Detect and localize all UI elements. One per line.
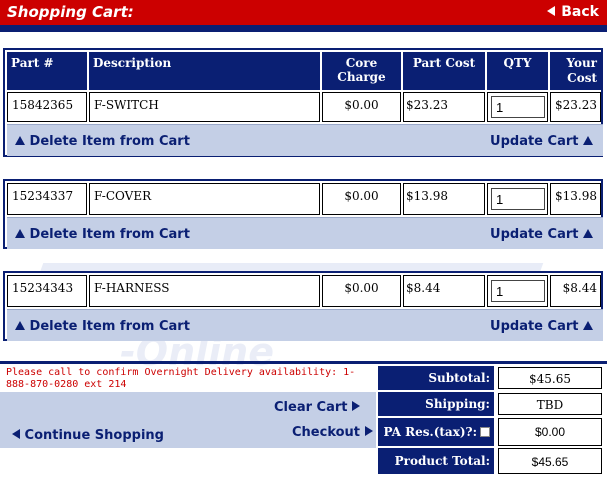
cart-actions-panel: Clear Cart Checkout Continue Shopping: [0, 392, 376, 448]
item-action-bar: Delete Item from Cart Update Cart: [7, 124, 603, 156]
shipping-label: Shipping:: [378, 392, 494, 416]
pa-resident-checkbox[interactable]: [480, 427, 490, 437]
item-action-bar: Delete Item from Cart Update Cart: [7, 309, 603, 341]
continue-shopping-label: Continue Shopping: [24, 428, 164, 443]
order-totals: Subtotal: $45.65 Shipping: TBD PA Res.(t…: [378, 365, 605, 478]
triangle-left-icon: [547, 6, 556, 16]
delete-item-button[interactable]: Delete Item from Cart: [15, 319, 190, 334]
clear-cart-label: Clear Cart: [274, 400, 348, 415]
qty-input[interactable]: [491, 280, 545, 302]
overnight-delivery-notice: Please call to confirm Overnight Deliver…: [6, 367, 356, 390]
triangle-up-icon: [583, 229, 593, 238]
col-core-charge: Core Charge: [322, 52, 401, 90]
col-description: Description: [89, 52, 320, 90]
triangle-up-icon: [583, 136, 593, 145]
cart-item-block-2: 15234337 F-COVER $0.00 $13.98 $13.98 Del…: [3, 179, 603, 249]
your-cost: $13.98: [550, 183, 601, 215]
delete-item-label: Delete Item from Cart: [29, 319, 190, 334]
part-cost: $23.23: [403, 92, 485, 122]
continue-shopping-button[interactable]: Continue Shopping: [12, 428, 164, 443]
back-label: Back: [561, 4, 599, 20]
update-cart-label: Update Cart: [490, 134, 579, 149]
update-cart-button[interactable]: Update Cart: [490, 134, 593, 149]
cart-item-block-1: Part # Description Core Charge Part Cost…: [3, 48, 603, 157]
checkout-button[interactable]: Checkout: [292, 425, 373, 440]
part-cost: $8.44: [403, 275, 485, 307]
header-divider: [0, 25, 607, 32]
product-total-label: Product Total:: [378, 448, 494, 474]
tax-label: PA Res.(tax)?:: [383, 425, 477, 439]
description: F-SWITCH: [89, 92, 320, 122]
triangle-left-icon: [12, 429, 20, 439]
shipping-value: TBD: [498, 393, 602, 415]
triangle-right-icon: [364, 426, 373, 436]
part-cost: $13.98: [403, 183, 485, 215]
product-total-value: $45.65: [498, 448, 602, 474]
tax-label-cell: PA Res.(tax)?:: [378, 418, 494, 446]
cart-item-block-3: 15234343 F-HARNESS $0.00 $8.44 $8.44 Del…: [3, 271, 603, 341]
update-cart-label: Update Cart: [490, 319, 579, 334]
subtotal-value: $45.65: [498, 367, 602, 389]
clear-cart-button[interactable]: Clear Cart: [274, 400, 360, 415]
description: F-COVER: [89, 183, 320, 215]
header-bar: Shopping Cart: Back: [0, 0, 607, 25]
your-cost: $8.44: [550, 275, 601, 307]
checkout-label: Checkout: [292, 425, 361, 440]
triangle-up-icon: [15, 136, 25, 145]
update-cart-button[interactable]: Update Cart: [490, 319, 593, 334]
triangle-right-icon: [352, 401, 360, 411]
delete-item-label: Delete Item from Cart: [29, 227, 190, 242]
col-part-cost: Part Cost: [403, 52, 485, 90]
description: F-HARNESS: [89, 275, 320, 307]
update-cart-label: Update Cart: [490, 227, 579, 242]
col-qty: QTY: [487, 52, 548, 90]
back-button[interactable]: Back: [547, 4, 599, 20]
core-charge: $0.00: [322, 275, 401, 307]
part-number: 15234343: [7, 275, 87, 307]
page-title: Shopping Cart:: [7, 3, 134, 21]
tax-value: $0.00: [498, 418, 602, 446]
delete-item-button[interactable]: Delete Item from Cart: [15, 134, 190, 149]
triangle-up-icon: [15, 229, 25, 238]
item-action-bar: Delete Item from Cart Update Cart: [7, 217, 603, 249]
qty-input[interactable]: [491, 188, 545, 210]
triangle-up-icon: [15, 321, 25, 330]
core-charge: $0.00: [322, 183, 401, 215]
col-your-cost: Your Cost: [550, 52, 601, 90]
delete-item-button[interactable]: Delete Item from Cart: [15, 227, 190, 242]
triangle-up-icon: [583, 321, 593, 330]
part-number: 15842365: [7, 92, 87, 122]
col-part-number: Part #: [7, 52, 87, 90]
core-charge: $0.00: [322, 92, 401, 122]
footer-divider: [0, 361, 607, 364]
part-number: 15234337: [7, 183, 87, 215]
subtotal-label: Subtotal:: [378, 366, 494, 390]
delete-item-label: Delete Item from Cart: [29, 134, 190, 149]
update-cart-button[interactable]: Update Cart: [490, 227, 593, 242]
your-cost: $23.23: [550, 92, 601, 122]
qty-input[interactable]: [491, 96, 545, 118]
